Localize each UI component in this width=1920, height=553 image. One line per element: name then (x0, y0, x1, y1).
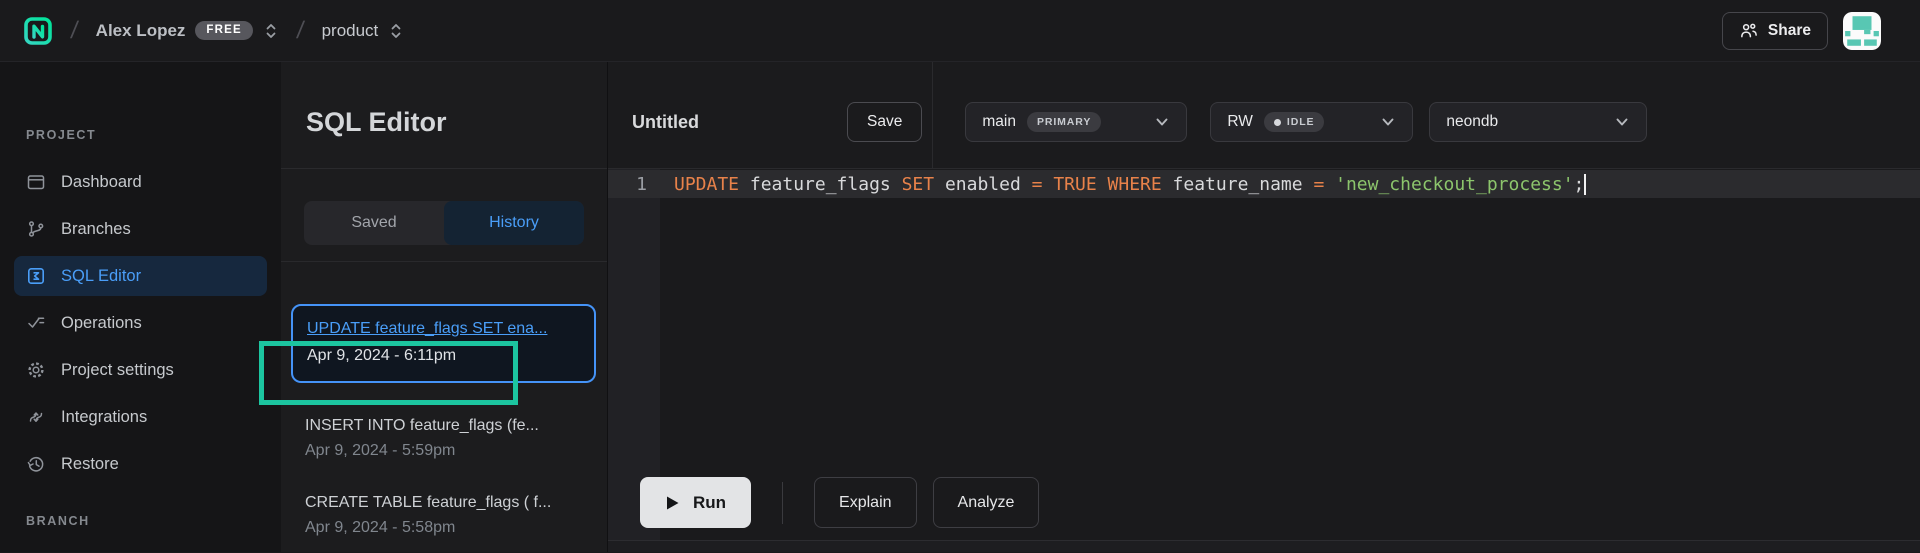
tab-history[interactable]: History (444, 201, 584, 245)
branches-icon (26, 219, 46, 239)
neon-logo-icon[interactable] (23, 16, 53, 46)
sidebar-item-label: Restore (61, 455, 119, 474)
line-number: 1 (608, 174, 660, 195)
page-title: SQL Editor (306, 107, 447, 138)
chevron-down-icon (1154, 114, 1170, 130)
tab-saved[interactable]: Saved (304, 201, 444, 245)
history-list: UPDATE feature_flags SET ena... Apr 9, 2… (281, 262, 607, 537)
sql-editor-icon (26, 266, 46, 286)
history-timestamp: Apr 9, 2024 - 6:11pm (307, 347, 580, 365)
status-dot-icon (1274, 119, 1281, 126)
history-item-selected[interactable]: UPDATE feature_flags SET ena... Apr 9, 2… (291, 304, 596, 383)
sidebar-item-label: Branches (61, 220, 131, 239)
sidebar-section-branch: BRANCH (14, 514, 267, 528)
neon-console-window: / Alex Lopez FREE / product (0, 0, 1920, 553)
top-bar: / Alex Lopez FREE / product (0, 0, 1920, 62)
sidebar-item-operations[interactable]: Operations (14, 303, 267, 343)
header-divider (932, 62, 933, 168)
database-dropdown[interactable]: neondb (1429, 102, 1647, 142)
sidebar-item-label: Operations (61, 314, 142, 333)
code-editor[interactable]: 1 UPDATE feature_flags SET enabled = TRU… (608, 169, 1920, 552)
project-name: product (322, 21, 379, 41)
play-icon (665, 495, 680, 511)
breadcrumb-separator: / (69, 17, 80, 45)
sidebar-item-label: Project settings (61, 361, 174, 380)
share-label: Share (1768, 22, 1811, 40)
people-icon (1739, 21, 1758, 40)
compute-value: RW (1227, 113, 1253, 131)
panel-header: SQL Editor (281, 62, 607, 169)
history-item[interactable]: CREATE TABLE feature_flags ( f... Apr 9,… (291, 494, 596, 537)
sidebar-item-integrations[interactable]: Integrations (14, 397, 267, 437)
sidebar-item-restore[interactable]: Restore (14, 444, 267, 484)
history-query: CREATE TABLE feature_flags ( f... (305, 494, 596, 512)
main-area: PROJECT Dashboard Branches (0, 62, 1920, 552)
history-timestamp: Apr 9, 2024 - 5:59pm (305, 442, 596, 460)
integrations-icon (26, 407, 46, 427)
share-button[interactable]: Share (1722, 12, 1828, 50)
dashboard-icon (26, 172, 46, 192)
sidebar: PROJECT Dashboard Branches (0, 62, 281, 552)
history-query-link[interactable]: UPDATE feature_flags SET ena... (307, 320, 580, 338)
chevron-down-icon (1380, 114, 1396, 130)
branch-value: main (982, 113, 1016, 131)
text-cursor (1584, 174, 1586, 195)
branch-dropdown[interactable]: main PRIMARY (965, 102, 1187, 142)
saved-history-tabs: Saved History (304, 201, 584, 245)
breadcrumb: / Alex Lopez FREE / product (23, 16, 404, 46)
editor-panel: Untitled Save main PRIMARY RW IDLE (608, 62, 1920, 552)
org-selector[interactable]: Alex Lopez FREE (96, 21, 279, 41)
sidebar-item-dashboard[interactable]: Dashboard (14, 162, 267, 202)
sidebar-item-label: SQL Editor (61, 267, 141, 286)
history-item[interactable]: INSERT INTO feature_flags (fe... Apr 9, … (291, 417, 596, 460)
save-button[interactable]: Save (847, 102, 922, 142)
sql-editor-panel: SQL Editor Saved History UPDATE feature_… (281, 62, 608, 552)
idle-status-badge: IDLE (1264, 112, 1325, 133)
query-tab-title: Untitled (632, 112, 740, 133)
avatar[interactable] (1843, 12, 1881, 50)
sidebar-item-branches[interactable]: Branches (14, 209, 267, 249)
sql-statement: UPDATE feature_flags SET enabled = TRUE … (660, 174, 1584, 195)
compute-dropdown[interactable]: RW IDLE (1210, 102, 1413, 142)
sidebar-item-sql-editor[interactable]: SQL Editor (14, 256, 267, 296)
org-name: Alex Lopez (96, 21, 186, 41)
tabs-container: Saved History (281, 169, 607, 262)
chevron-updown-icon (388, 22, 404, 40)
chevron-updown-icon (263, 22, 279, 40)
sidebar-item-project-settings[interactable]: Project settings (14, 350, 267, 390)
sidebar-section-project: PROJECT (14, 128, 267, 142)
restore-icon (26, 454, 46, 474)
history-query: INSERT INTO feature_flags (fe... (305, 417, 596, 435)
primary-badge: PRIMARY (1027, 112, 1101, 133)
database-value: neondb (1446, 113, 1498, 131)
project-selector[interactable]: product (322, 21, 405, 41)
sidebar-item-label: Dashboard (61, 173, 142, 192)
top-bar-actions: Share (1722, 12, 1881, 50)
plan-badge: FREE (195, 21, 252, 41)
run-button[interactable]: Run (640, 477, 751, 528)
editor-action-bar: Run Explain Analyze (640, 477, 1055, 528)
editor-header: Untitled Save main PRIMARY RW IDLE (608, 62, 1920, 169)
sidebar-item-label: Integrations (61, 408, 147, 427)
results-panel-edge[interactable] (608, 540, 1920, 552)
analyze-button[interactable]: Analyze (933, 477, 1040, 528)
chevron-down-icon (1614, 114, 1630, 130)
history-timestamp: Apr 9, 2024 - 5:58pm (305, 519, 596, 537)
explain-button[interactable]: Explain (814, 477, 916, 528)
gear-icon (26, 360, 46, 380)
action-divider (782, 482, 783, 524)
operations-icon (26, 313, 46, 333)
code-line-1[interactable]: 1 UPDATE feature_flags SET enabled = TRU… (608, 170, 1920, 198)
breadcrumb-separator: / (295, 17, 306, 45)
